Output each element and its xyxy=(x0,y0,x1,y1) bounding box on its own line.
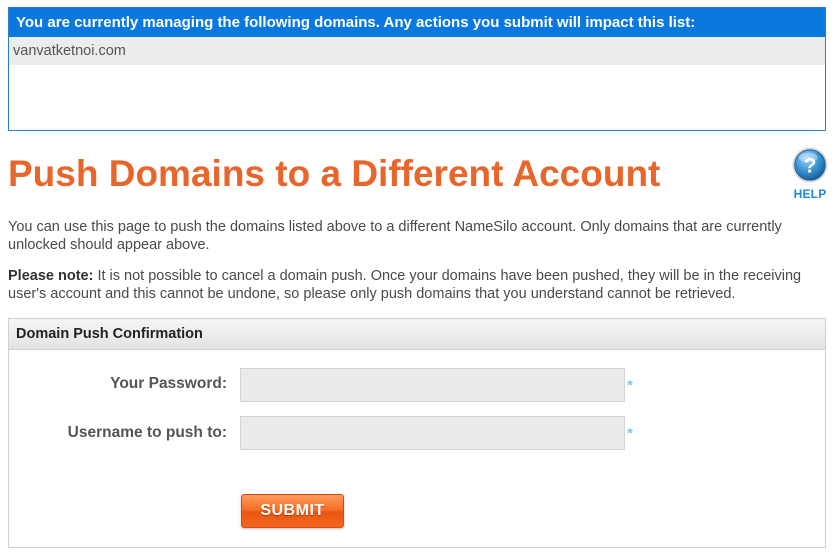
panel-header: Domain Push Confirmation xyxy=(9,319,825,350)
password-required-marker: * xyxy=(627,377,633,394)
managed-domains-header: You are currently managing the following… xyxy=(9,8,825,37)
note-label: Please note: xyxy=(8,268,94,284)
domain-push-confirmation-panel: Domain Push Confirmation Your Password: … xyxy=(8,318,826,548)
help-circle-icon[interactable]: ? xyxy=(791,146,829,184)
managed-domain-item[interactable]: vanvatketnoi.com xyxy=(9,37,825,65)
password-input[interactable] xyxy=(240,368,625,402)
note-text: It is not possible to cancel a domain pu… xyxy=(8,268,802,302)
managed-domains-box: You are currently managing the following… xyxy=(8,7,826,131)
page-description: You can use this page to push the domain… xyxy=(8,219,782,253)
username-input[interactable] xyxy=(240,416,625,450)
password-label: Your Password: xyxy=(110,375,227,392)
username-required-marker: * xyxy=(627,425,633,442)
help-label[interactable]: HELP xyxy=(790,187,830,201)
username-label: Username to push to: xyxy=(67,424,227,441)
help-icon-glyph: ? xyxy=(804,155,817,178)
help-button[interactable]: ? HELP xyxy=(790,146,830,201)
push-warning-note: Please note: It is not possible to cance… xyxy=(8,268,830,303)
submit-button[interactable]: SUBMIT xyxy=(241,494,344,528)
page-title: Push Domains to a Different Account xyxy=(8,153,661,194)
